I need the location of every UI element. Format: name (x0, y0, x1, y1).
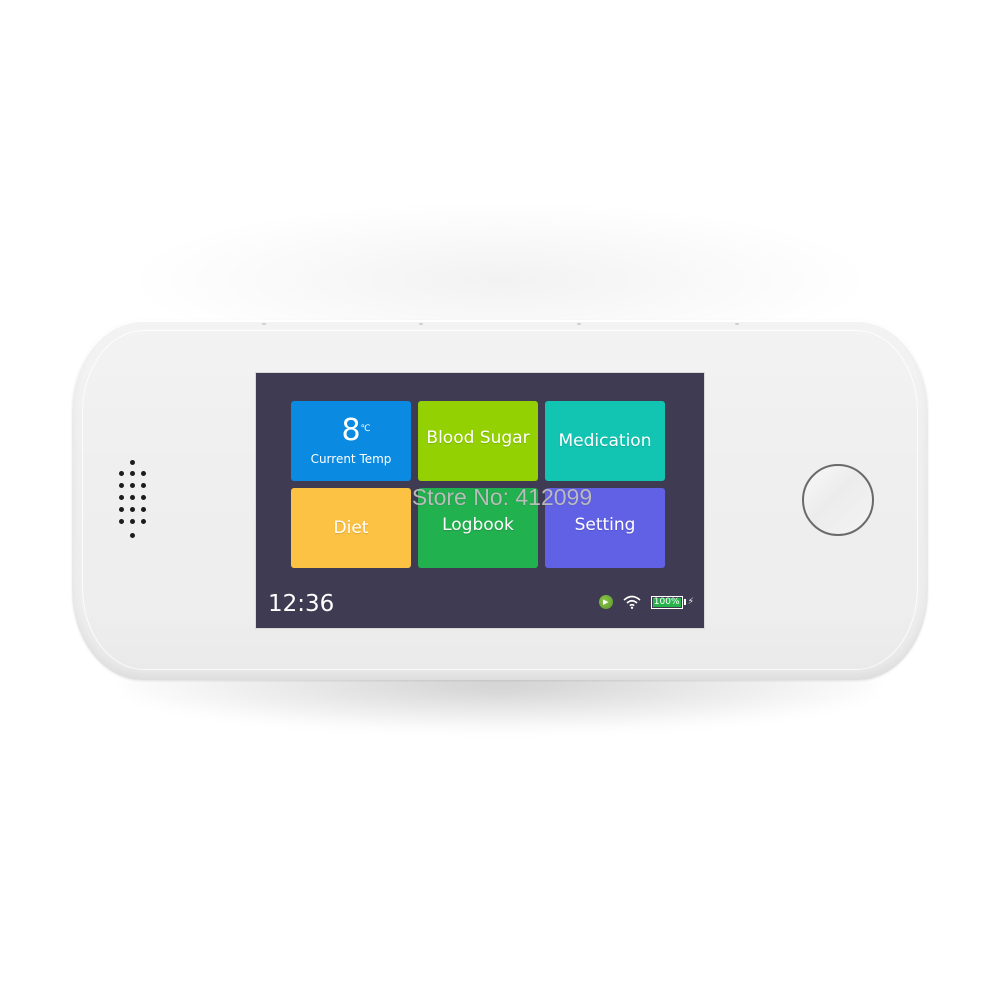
speaker-hole (119, 471, 124, 476)
charging-icon: ⚡ (687, 597, 694, 607)
tile-diet[interactable]: Diet (291, 488, 411, 568)
home-button[interactable] (802, 464, 874, 536)
sync-icon: ▶ (598, 595, 613, 609)
speaker-hole (130, 507, 135, 512)
wifi-icon (623, 595, 641, 609)
device-pin (419, 323, 423, 325)
speaker-hole (130, 460, 135, 465)
speaker-hole (119, 483, 124, 488)
temperature-value: 8 ℃ (341, 413, 370, 448)
temperature-label: Current Temp (310, 452, 392, 466)
speaker-hole (130, 483, 135, 488)
tile-label: Setting (574, 515, 636, 535)
battery-cap (683, 599, 686, 605)
device-pin (735, 323, 739, 325)
speaker-hole (141, 471, 146, 476)
speaker-hole (141, 507, 146, 512)
device-pin (262, 323, 266, 325)
touch-screen: 8 ℃ Current Temp Blood Sugar Medication D… (255, 372, 705, 629)
speaker-hole (141, 495, 146, 500)
speaker-hole (119, 507, 124, 512)
speaker-hole (130, 519, 135, 524)
tile-medication[interactable]: Medication (545, 401, 665, 481)
battery-body: 100% (650, 595, 683, 609)
speaker-hole (119, 495, 124, 500)
tile-label: Medication (558, 431, 652, 451)
tile-logbook[interactable]: Logbook (418, 488, 538, 568)
tile-label: Blood Sugar (426, 428, 530, 448)
speaker-hole (119, 519, 124, 524)
tile-label: Diet (333, 518, 369, 538)
tile-current-temp[interactable]: 8 ℃ Current Temp (291, 401, 411, 481)
speaker-hole (141, 483, 146, 488)
tile-blood-sugar[interactable]: Blood Sugar (418, 401, 538, 481)
status-bar: ▶ 100% ⚡ (598, 595, 694, 609)
speaker-hole (130, 471, 135, 476)
speaker-grille-icon (112, 460, 152, 540)
speaker-hole (130, 495, 135, 500)
temperature-number: 8 (341, 413, 361, 448)
battery-fill: 100% (652, 596, 681, 607)
speaker-hole (130, 533, 135, 538)
clock: 12:36 (268, 591, 335, 617)
speaker-hole (141, 519, 146, 524)
device-pin (577, 323, 581, 325)
temperature-unit: ℃ (360, 424, 371, 434)
battery-icon: 100% ⚡ (650, 595, 694, 609)
tile-setting[interactable]: Setting (545, 488, 665, 568)
tile-label: Logbook (442, 515, 514, 535)
